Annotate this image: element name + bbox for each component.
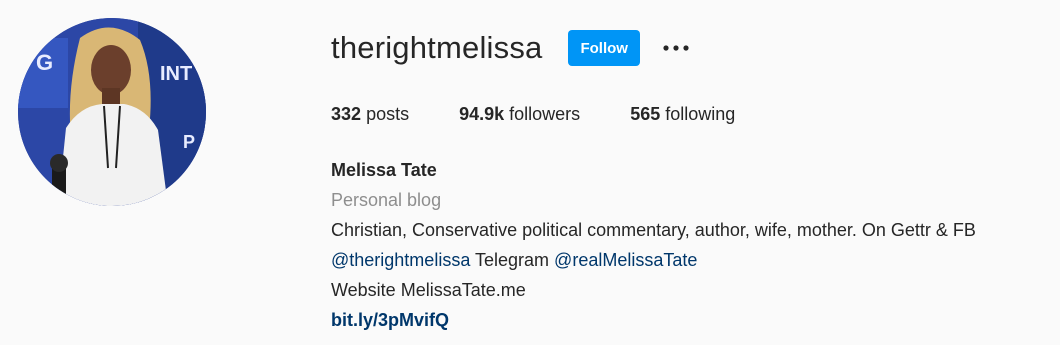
more-options-icon[interactable] (660, 32, 692, 64)
profile-external-link[interactable]: bit.ly/3pMvifQ (331, 310, 449, 330)
profile-header: G INT P therightmelissa Follow 332 posts… (0, 0, 1060, 345)
followers-label: followers (509, 104, 581, 124)
mention-link-therightmelissa[interactable]: @therightmelissa (331, 250, 470, 270)
profile-full-name: Melissa Tate (331, 160, 437, 180)
profile-title-row: therightmelissa Follow (331, 28, 692, 68)
svg-text:G: G (36, 50, 53, 75)
svg-text:P: P (183, 132, 195, 152)
posts-count: 332 (331, 104, 362, 124)
profile-description: Christian, Conservative political commen… (331, 220, 976, 240)
follow-button[interactable]: Follow (568, 30, 640, 66)
profile-website-line: Website MelissaTate.me (331, 280, 526, 300)
profile-avatar[interactable]: G INT P (18, 18, 206, 206)
profile-category: Personal blog (331, 190, 442, 210)
following-count: 565 (630, 104, 661, 124)
mention-link-realmelissatate[interactable]: @realMelissaTate (554, 250, 697, 270)
profile-username: therightmelissa (331, 30, 543, 65)
followers-stat[interactable]: 94.9k followers (459, 104, 580, 125)
posts-label: posts (366, 104, 410, 124)
profile-mentions-line: @therightmelissa Telegram @realMelissaTa… (331, 245, 1051, 275)
profile-stats: 332 posts 94.9k followers 565 following (331, 104, 785, 125)
telegram-text: Telegram (470, 250, 555, 270)
avatar-image: G INT P (18, 18, 206, 206)
following-stat[interactable]: 565 following (630, 104, 735, 125)
following-label: following (665, 104, 736, 124)
svg-text:INT: INT (160, 63, 192, 85)
followers-count: 94.9k (459, 104, 505, 124)
posts-stat: 332 posts (331, 104, 409, 125)
profile-bio: Melissa Tate Personal blog Christian, Co… (331, 155, 1051, 335)
